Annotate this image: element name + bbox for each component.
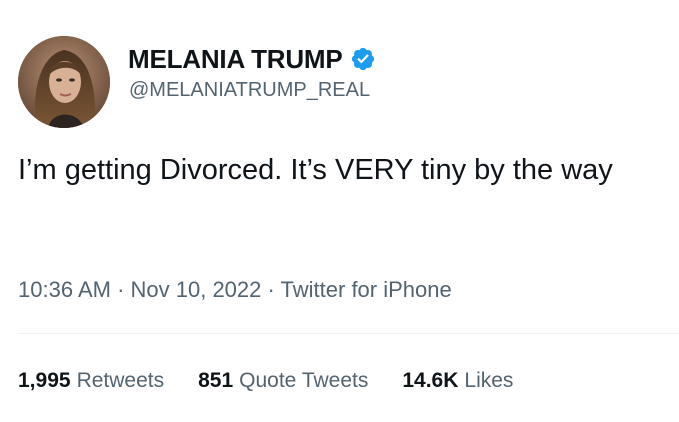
tweet-card: MELANIA TRUMP @MELANIATRUMP_REAL I’m get…	[0, 0, 679, 422]
retweets-stat[interactable]: 1,995 Retweets	[18, 367, 164, 395]
quote-tweets-count: 851	[198, 369, 234, 392]
retweets-label: Retweets	[76, 369, 165, 392]
tweet-time[interactable]: 10:36 AM	[18, 277, 111, 302]
likes-stat[interactable]: 14.6K Likes	[402, 367, 513, 395]
quote-tweets-label: Quote Tweets	[239, 369, 369, 392]
tweet-date[interactable]: Nov 10, 2022	[131, 277, 262, 302]
tweet-text: I’m getting Divorced. It’s VERY tiny by …	[18, 154, 613, 186]
author-name-row: MELANIA TRUMP	[128, 44, 376, 74]
avatar[interactable]	[18, 36, 110, 128]
meta-separator: ·	[110, 277, 131, 302]
author-handle[interactable]: @MELANIATRUMP_REAL	[129, 78, 370, 102]
tweet-stats: 1,995 Retweets 851 Quote Tweets 14.6K Li…	[18, 367, 547, 395]
author-display-name[interactable]: MELANIA TRUMP	[128, 44, 343, 74]
avatar-image	[18, 36, 110, 128]
likes-count: 14.6K	[402, 369, 459, 392]
tweet-source[interactable]: Twitter for iPhone	[281, 277, 452, 302]
divider	[18, 333, 679, 334]
tweet-meta: 10:36 AM · Nov 10, 2022 · Twitter for iP…	[18, 276, 452, 304]
meta-separator: ·	[261, 277, 281, 302]
quote-tweets-stat[interactable]: 851 Quote Tweets	[198, 367, 368, 395]
retweets-count: 1,995	[18, 369, 71, 392]
likes-label: Likes	[464, 369, 514, 392]
verified-badge-icon	[350, 46, 376, 72]
